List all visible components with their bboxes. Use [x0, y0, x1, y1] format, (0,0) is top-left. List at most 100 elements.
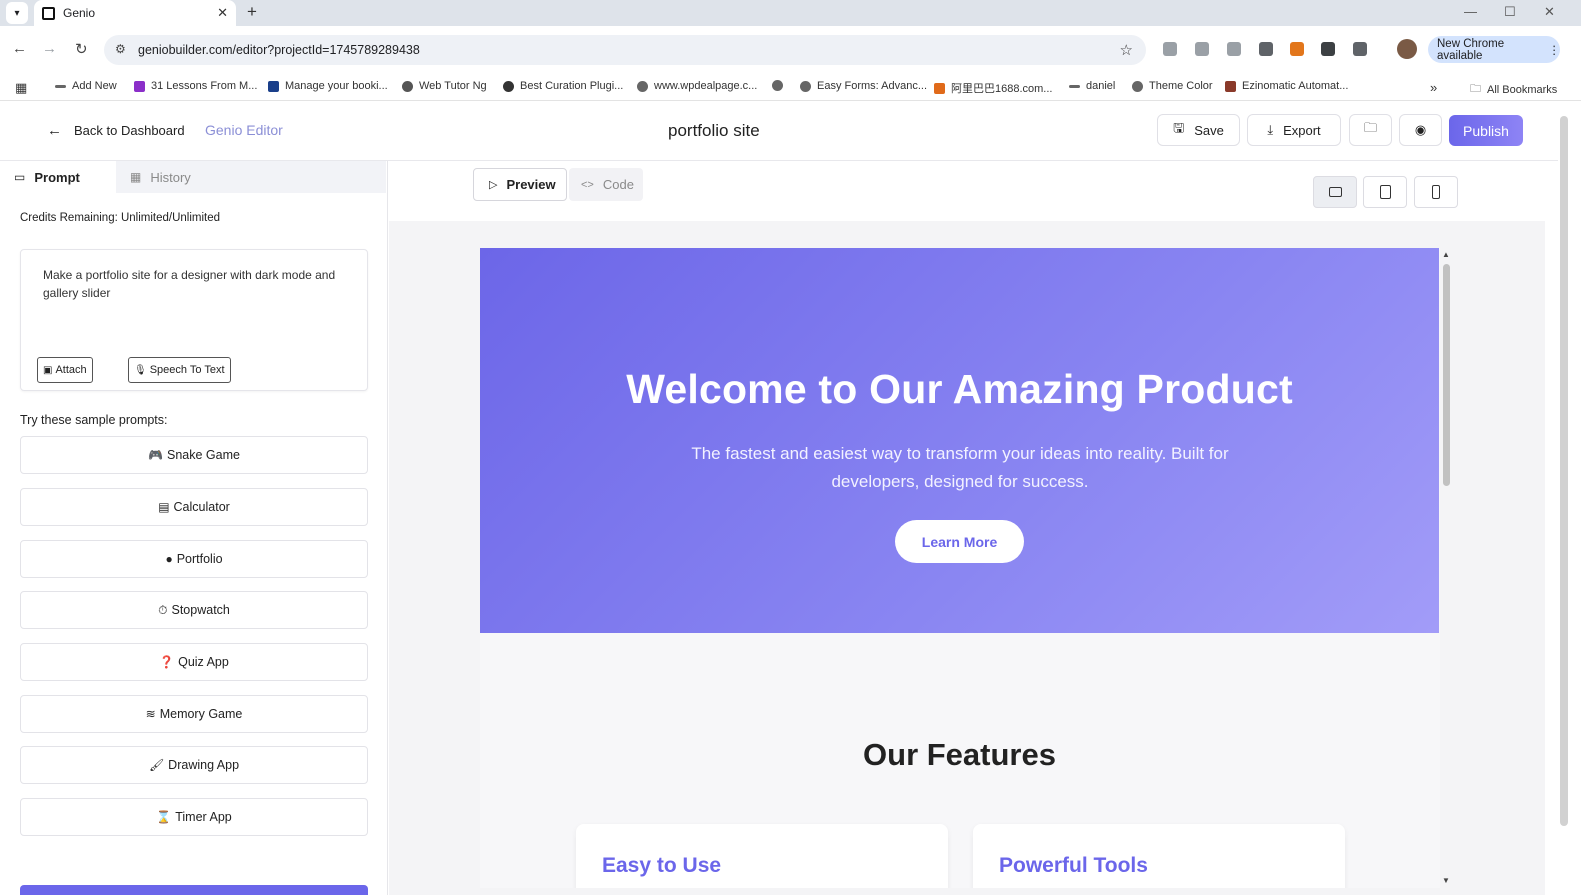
sample-prompt-button[interactable]: ● Portfolio — [20, 540, 368, 578]
extension-pen-icon[interactable] — [1259, 42, 1273, 56]
sample-prompt-button[interactable]: ▤ Calculator — [20, 488, 368, 526]
feature-card: Powerful Tools — [973, 824, 1345, 888]
sample-prompt-button[interactable]: 🖌 Drawing App — [20, 746, 368, 784]
new-chrome-available-button[interactable]: New Chrome available ⋮ — [1428, 36, 1560, 63]
prompt-input[interactable]: Make a portfolio site for a designer wit… — [20, 249, 368, 391]
folder-icon: 🗀 — [1470, 83, 1481, 95]
paintbrush-icon: 🖌 — [148, 758, 165, 772]
bookmark-star-icon[interactable]: ☆ — [1120, 41, 1133, 59]
close-tab-icon[interactable]: ✕ — [217, 5, 228, 21]
bookmark-item[interactable]: Easy Forms: Advanc... — [800, 80, 927, 92]
chrome-menu-icon[interactable]: ⋮ — [1549, 43, 1561, 57]
desktop-view-button[interactable] — [1313, 176, 1357, 208]
back-to-dashboard-link[interactable]: ← Back to Dashboard — [47, 122, 185, 139]
extension-camera-icon[interactable] — [1195, 42, 1209, 56]
globe-icon — [1132, 80, 1143, 92]
more-bookmarks-icon[interactable]: » — [1430, 80, 1437, 95]
save-icon: 🖫 — [1173, 120, 1185, 135]
microphone-icon: 🎙 — [134, 364, 147, 376]
features-title: Our Features — [863, 737, 1056, 772]
bookmark-item[interactable]: Add New — [55, 80, 117, 92]
new-tab-icon[interactable]: + — [247, 2, 257, 22]
metamask-fox-icon[interactable] — [1290, 42, 1304, 56]
apps-grid-icon[interactable]: ▦ — [15, 80, 27, 96]
extension-k-icon[interactable] — [1227, 42, 1241, 56]
tab-history[interactable]: ▦ History — [130, 161, 191, 193]
sample-prompt-button[interactable]: ≋ Memory Game — [20, 695, 368, 733]
bookmark-item[interactable] — [772, 80, 789, 91]
bookmark-item[interactable]: www.wpdealpage.c... — [637, 80, 757, 92]
save-button[interactable]: 🖫 Save — [1157, 114, 1240, 146]
back-label: Back to Dashboard — [74, 123, 185, 138]
attach-button[interactable]: ▣ Attach — [37, 357, 93, 383]
sample-prompt-button[interactable]: ❓ Quiz App — [20, 643, 368, 681]
brand-label: Genio Editor — [205, 122, 283, 138]
hero-text: The fastest and easiest way to transform… — [691, 444, 1229, 491]
layers-icon: ≋ — [145, 707, 156, 721]
page-scrollbar[interactable] — [1560, 116, 1568, 826]
url-text: geniobuilder.com/editor?projectId=174578… — [138, 43, 420, 57]
preview-frame[interactable]: Welcome to Our Amazing Product The faste… — [480, 248, 1440, 888]
scrollbar-thumb[interactable] — [1443, 264, 1450, 486]
preview-toolbar: ▷ Preview <> Code — [389, 161, 1545, 221]
bookmark-item[interactable]: Theme Color — [1132, 80, 1213, 92]
maximize-icon[interactable]: ☐ — [1504, 4, 1516, 20]
preview-scrollbar[interactable]: ▲ ▼ — [1441, 248, 1453, 888]
minimize-icon[interactable]: — — [1464, 4, 1477, 19]
bookmark-item[interactable]: Web Tutor Ng — [402, 80, 487, 92]
browser-tab-strip: ▾ Genio ✕ + — ☐ ✕ — [0, 0, 1581, 26]
globe-icon — [800, 80, 811, 92]
bookmark-favicon-icon — [1069, 84, 1080, 88]
bookmark-favicon-icon — [402, 80, 413, 92]
forward-nav-icon[interactable]: → — [42, 40, 57, 57]
extension-code-icon[interactable] — [1163, 42, 1177, 56]
sample-prompt-button[interactable]: 🎮 Snake Game — [20, 436, 368, 474]
prompt-text[interactable]: Make a portfolio site for a designer wit… — [43, 266, 353, 302]
tab-preview[interactable]: ▷ Preview — [473, 168, 567, 201]
arrow-left-icon: ← — [47, 122, 62, 139]
tab-search-dropdown-icon[interactable]: ▾ — [6, 2, 28, 24]
tab-prompt[interactable]: ▭ Prompt — [2, 161, 116, 193]
genio-favicon-icon — [42, 6, 55, 20]
site-info-icon[interactable]: ⚙ — [115, 42, 126, 56]
generate-button[interactable] — [20, 885, 368, 895]
sample-prompts-heading: Try these sample prompts: — [20, 413, 168, 427]
bookmark-item[interactable]: 阿里巴巴1688.com... — [934, 80, 1052, 96]
close-window-icon[interactable]: ✕ — [1544, 4, 1555, 20]
extensions-puzzle-icon[interactable] — [1353, 42, 1367, 56]
play-icon: ▷ — [489, 179, 498, 191]
extension-r-icon[interactable] — [1321, 42, 1335, 56]
bookmark-item[interactable]: Ezinomatic Automat... — [1225, 80, 1348, 92]
sample-prompt-button[interactable]: ⏱ Stopwatch — [20, 591, 368, 629]
learn-more-button[interactable]: Learn More — [895, 520, 1024, 563]
bookmark-item[interactable]: Best Curation Plugi... — [503, 80, 623, 92]
browser-tab[interactable]: Genio ✕ — [34, 0, 236, 26]
all-bookmarks[interactable]: 🗀 All Bookmarks — [1470, 80, 1557, 99]
github-button[interactable]: ◉ — [1399, 114, 1442, 146]
credits-remaining: Credits Remaining: Unlimited/Unlimited — [20, 212, 221, 224]
folder-import-button[interactable]: 🗀 — [1349, 114, 1392, 146]
sample-prompt-button[interactable]: ⌛ Timer App — [20, 798, 368, 836]
tablet-view-button[interactable] — [1363, 176, 1407, 208]
mobile-view-button[interactable] — [1414, 176, 1458, 208]
bookmark-item[interactable]: 31 Lessons From M... — [134, 80, 257, 92]
address-bar[interactable]: ⚙ geniobuilder.com/editor?projectId=1745… — [104, 35, 1146, 65]
hourglass-icon: ⌛ — [156, 810, 172, 824]
editor-header: ← Back to Dashboard Genio Editor portfol… — [0, 101, 1558, 161]
gamepad-icon: 🎮 — [148, 448, 163, 462]
reload-icon[interactable]: ↻ — [75, 40, 88, 58]
speech-to-text-button[interactable]: 🎙 Speech To Text — [128, 357, 231, 383]
folder-icon: 🗀 — [1363, 120, 1377, 135]
scroll-up-icon[interactable]: ▲ — [1442, 250, 1450, 259]
back-nav-icon[interactable]: ← — [12, 40, 27, 57]
tab-code[interactable]: <> Code — [569, 168, 643, 201]
bookmark-item[interactable]: daniel — [1069, 80, 1115, 92]
globe-icon — [637, 80, 648, 92]
profile-avatar[interactable] — [1397, 39, 1417, 59]
image-icon: ▣ — [43, 364, 53, 376]
publish-button[interactable]: Publish — [1449, 115, 1523, 146]
export-button[interactable]: ⤓ Export — [1247, 114, 1341, 146]
bookmark-item[interactable]: Manage your booki... — [268, 80, 388, 92]
scroll-down-icon[interactable]: ▼ — [1442, 876, 1450, 885]
feature-card: Easy to Use — [576, 824, 948, 888]
